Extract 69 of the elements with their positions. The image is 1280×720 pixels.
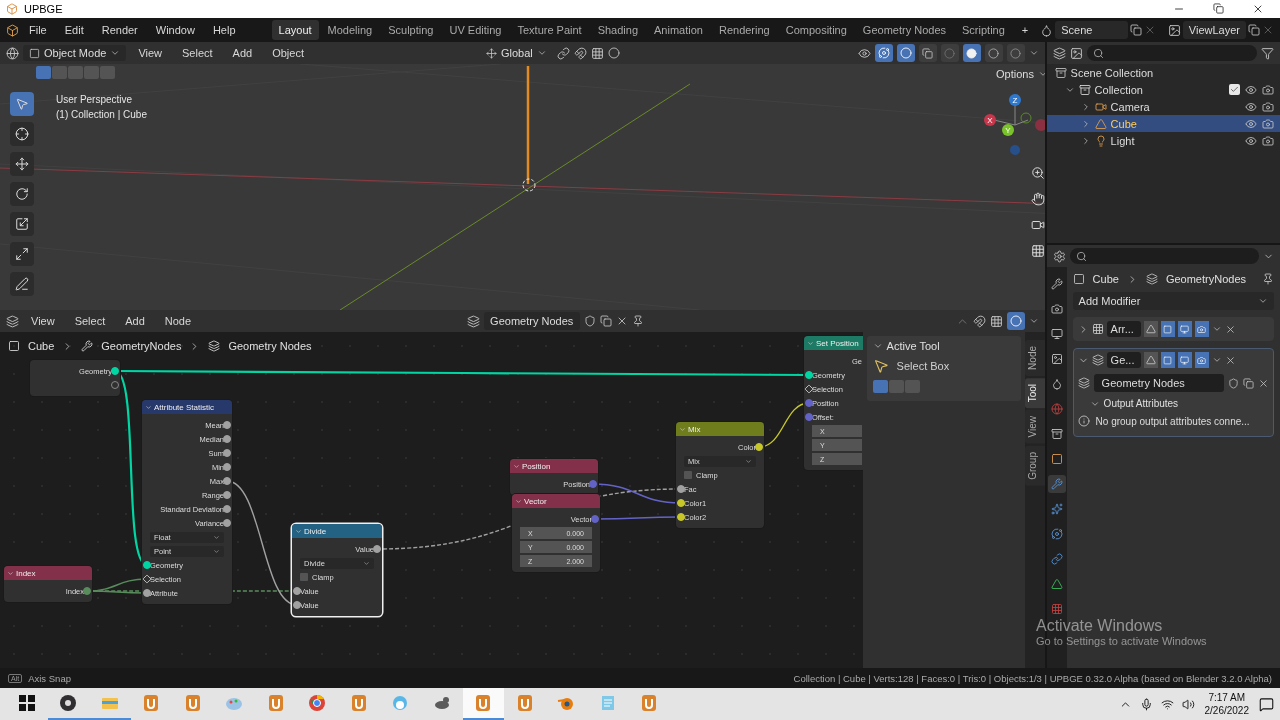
- breadcrumb[interactable]: Geometry Nodes: [228, 340, 312, 352]
- watermark-title: Activate Windows: [1036, 617, 1164, 635]
- workspace-tab[interactable]: Modeling: [320, 20, 380, 40]
- panel-title[interactable]: Active Tool: [872, 340, 1015, 352]
- options-dropdown[interactable]: Options: [990, 66, 1045, 82]
- viewport-info: (1) Collection | Cube: [56, 108, 147, 122]
- clock-date[interactable]: 2/26/2022: [1204, 704, 1249, 717]
- menu-item[interactable]: File: [21, 21, 55, 39]
- menu-item[interactable]: Select: [66, 312, 114, 330]
- node-title: Vector: [524, 496, 547, 506]
- sidebar-tab[interactable]: View: [1024, 410, 1045, 444]
- tool-name: Select Box: [896, 360, 950, 372]
- scene-field[interactable]: Scene: [1055, 21, 1128, 39]
- outliner-row[interactable]: Scene Collection: [1046, 64, 1280, 81]
- breadcrumb[interactable]: GeometryNodes: [101, 340, 182, 352]
- workspace-tab[interactable]: Compositing: [778, 20, 854, 40]
- menu-item[interactable]: Object: [264, 44, 312, 62]
- outliner-row[interactable]: Light: [1046, 132, 1280, 149]
- breadcrumb: Cube: [1092, 273, 1119, 285]
- menu-item[interactable]: Add: [224, 44, 261, 62]
- node-title: Position: [522, 461, 551, 471]
- node-tree-field[interactable]: Geometry Nodes: [484, 312, 581, 330]
- axis-gizmo[interactable]: Z X Y: [980, 90, 1045, 160]
- workspace-tab[interactable]: Shading: [590, 20, 646, 40]
- workspace-tab[interactable]: Rendering: [711, 20, 777, 40]
- workspace-tab[interactable]: Texture Paint: [510, 20, 589, 40]
- menu-item[interactable]: Node: [156, 312, 200, 330]
- workspace-tab[interactable]: Scripting: [955, 20, 1012, 40]
- add-modifier-dropdown[interactable]: Add Modifier: [1072, 292, 1274, 310]
- workspace-tab[interactable]: Layout: [271, 20, 319, 40]
- workspace-tab[interactable]: Geometry Nodes: [855, 20, 953, 40]
- breadcrumb[interactable]: Cube: [28, 340, 55, 352]
- section-header[interactable]: Output Attributes: [1077, 398, 1269, 409]
- watermark-text: Go to Settings to activate Windows: [1036, 635, 1207, 647]
- orientation-dropdown[interactable]: Global: [480, 45, 553, 61]
- mode-dropdown[interactable]: Object Mode: [23, 45, 127, 61]
- menu-item[interactable]: Help: [204, 21, 244, 39]
- node-title: Set Position: [816, 338, 859, 348]
- menu-item[interactable]: View: [23, 312, 63, 330]
- outliner-row[interactable]: Camera: [1046, 98, 1280, 115]
- info-message: No group output attributes conne...: [1095, 415, 1250, 427]
- node-title: Divide: [304, 526, 327, 536]
- menu-item[interactable]: Add: [117, 312, 153, 330]
- workspace-tab[interactable]: Animation: [647, 20, 710, 40]
- add-workspace-button[interactable]: +: [1013, 21, 1037, 39]
- view-layer-field[interactable]: ViewLayer: [1182, 21, 1246, 39]
- modifier-name-field[interactable]: Arr...: [1106, 321, 1141, 337]
- status-hint: Axis Snap: [28, 672, 71, 684]
- status-stats: Collection | Cube | Verts:128 | Faces:0 | Tris:0 | Objects:1/3 | UPBGE 0.32.0 Alpha (based on Blender 3.2.0 Alpha): [793, 672, 1272, 684]
- menu-item[interactable]: Window: [147, 21, 203, 39]
- outliner-row[interactable]: Cube: [1046, 115, 1280, 132]
- breadcrumb: GeometryNodes: [1165, 273, 1246, 285]
- node-title: Attribute Statistic: [154, 402, 215, 412]
- menu-item[interactable]: Render: [93, 21, 146, 39]
- sidebar-tab[interactable]: Node: [1024, 340, 1045, 376]
- menu-item[interactable]: Edit: [56, 21, 92, 39]
- outliner-row[interactable]: Collection: [1046, 81, 1280, 98]
- node-title: Index: [16, 568, 36, 578]
- menu-item[interactable]: Select: [174, 44, 221, 62]
- window-title: UPBGE: [24, 3, 64, 15]
- sidebar-tab[interactable]: Group: [1024, 445, 1045, 486]
- workspace-tab[interactable]: Sculpting: [381, 20, 441, 40]
- modifier-name-field[interactable]: Ge...: [1106, 352, 1141, 368]
- node-group-field[interactable]: Geometry Nodes: [1093, 374, 1224, 392]
- workspace-tab[interactable]: UV Editing: [442, 20, 509, 40]
- menu-item[interactable]: View: [130, 44, 171, 62]
- node-title: Mix: [688, 424, 701, 434]
- clock-time[interactable]: 7:17 AM: [1208, 691, 1246, 704]
- viewport-info: User Perspective: [56, 93, 134, 107]
